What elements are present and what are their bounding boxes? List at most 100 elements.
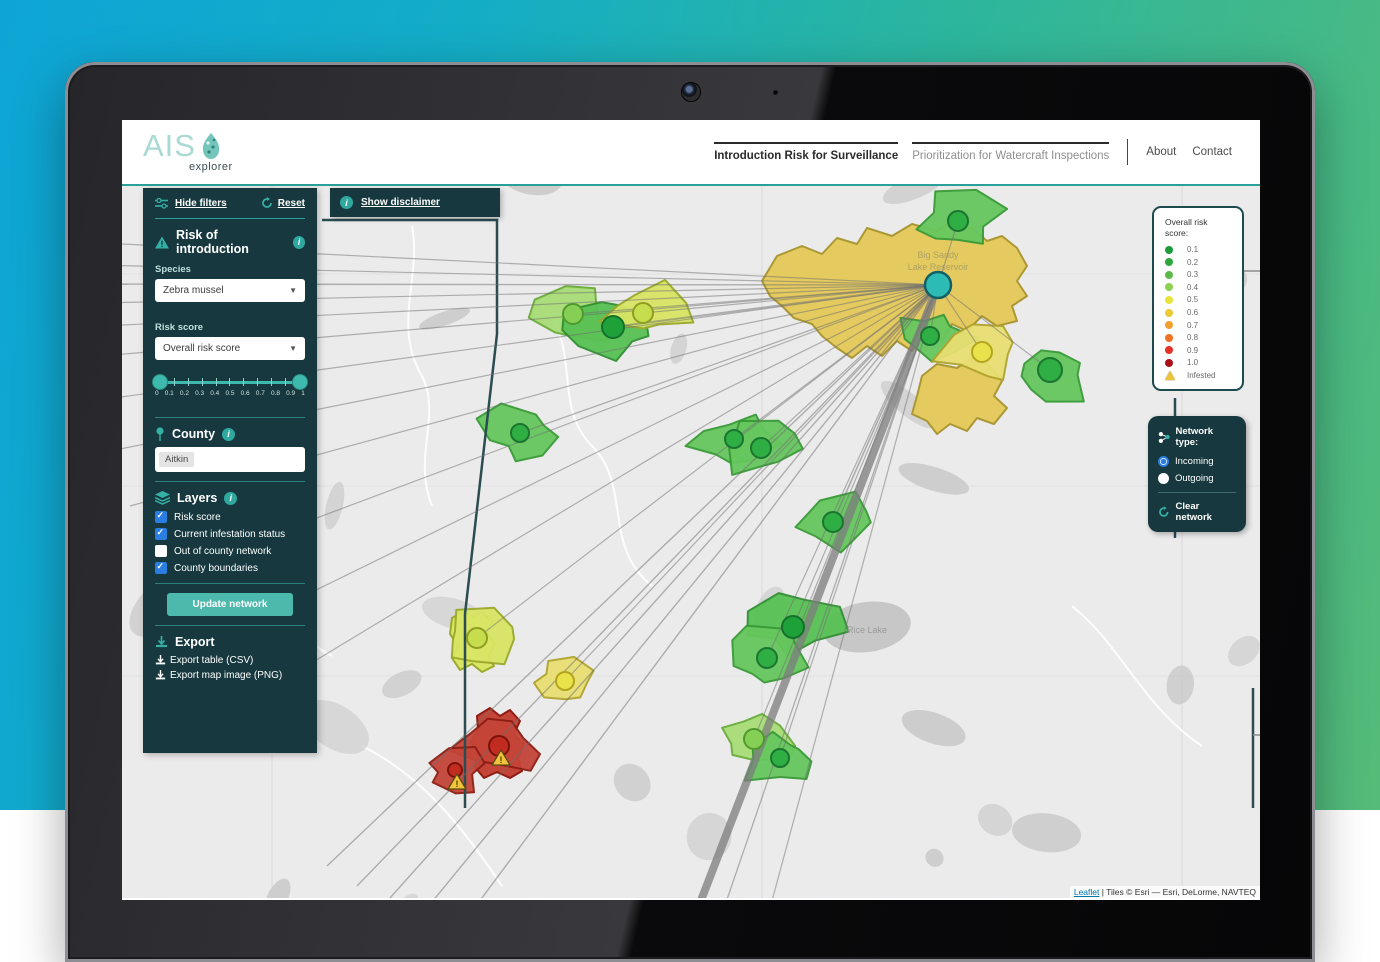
laptop-frame: AIS explorer Introduction Risk for Surve… <box>65 62 1315 962</box>
legend-color-dot <box>1165 309 1173 317</box>
legend-color-dot <box>1165 321 1173 329</box>
network-option-incoming[interactable]: Incoming <box>1158 456 1236 467</box>
county-info-icon[interactable]: i <box>222 428 235 441</box>
legend-infested-row: Infested <box>1165 369 1242 382</box>
map-region: !!Big SandyLake ReservoirRice Lake Hide … <box>122 186 1260 898</box>
legend-value: 0.4 <box>1187 283 1198 292</box>
layer-checkbox-row[interactable]: County boundaries <box>155 562 305 574</box>
layer-checkbox-row[interactable]: Current infestation status <box>155 528 305 540</box>
slider-handle-max[interactable] <box>292 374 308 390</box>
county-input[interactable]: Aitkin <box>155 447 305 472</box>
slider-tick-label: 0 <box>155 390 159 397</box>
legend-infested-label: Infested <box>1187 371 1215 380</box>
layer-checkbox-row[interactable]: Out of county network <box>155 545 305 557</box>
leaflet-link[interactable]: Leaflet <box>1074 887 1100 897</box>
county-chip[interactable]: Aitkin <box>159 452 194 467</box>
legend-value: 1.0 <box>1187 358 1198 367</box>
legend-value: 0.8 <box>1187 333 1198 342</box>
slider-tick-label: 0.6 <box>241 390 250 397</box>
slider-handle-min[interactable] <box>152 374 168 390</box>
legend-color-dot <box>1165 296 1173 304</box>
legend-color-dot <box>1165 346 1173 354</box>
nav-tab-0[interactable]: Introduction Risk for Surveillance <box>714 142 898 162</box>
legend-row: 0.9 <box>1165 344 1242 357</box>
clear-network-button[interactable]: Clear network <box>1158 501 1236 523</box>
layers-info-icon[interactable]: i <box>224 492 237 505</box>
slider-tick-labels: 00.10.20.30.40.50.60.70.80.91 <box>155 390 305 397</box>
nav-link-contact[interactable]: Contact <box>1192 146 1232 158</box>
checkbox-unchecked[interactable] <box>155 545 167 557</box>
checkbox-checked[interactable] <box>155 562 167 574</box>
slider-tick-label: 0.5 <box>225 390 234 397</box>
hide-filters-link[interactable]: Hide filters <box>175 198 227 209</box>
show-disclaimer-bar[interactable]: i Show disclaimer <box>330 188 500 217</box>
webcam <box>682 83 700 101</box>
layers-icon <box>155 491 170 505</box>
nav-link-about[interactable]: About <box>1146 146 1176 158</box>
slider-tick-label: 0.1 <box>165 390 174 397</box>
layer-label: Out of county network <box>174 546 271 557</box>
slider-tick-label: 0.9 <box>286 390 295 397</box>
legend-color-dot <box>1165 359 1173 367</box>
svg-text:!: ! <box>500 755 503 765</box>
legend-color-dot <box>1165 246 1173 254</box>
nav-divider <box>1127 139 1128 165</box>
county-section-title: County <box>172 427 215 441</box>
legend-row: 0.8 <box>1165 331 1242 344</box>
svg-text:!: ! <box>456 779 459 789</box>
clear-network-icon <box>1158 506 1170 518</box>
checkbox-checked[interactable] <box>155 528 167 540</box>
slider-tickmark <box>216 378 217 386</box>
layer-label: County boundaries <box>174 563 258 574</box>
legend-value: 0.7 <box>1187 321 1198 330</box>
export-section-title: Export <box>175 635 215 649</box>
show-disclaimer-link[interactable]: Show disclaimer <box>361 197 440 208</box>
filter-sliders-icon <box>155 198 168 209</box>
reset-icon <box>261 197 273 209</box>
risk-score-select[interactable]: Overall risk score ▼ <box>155 337 305 360</box>
svg-text:Lake Reservoir: Lake Reservoir <box>908 262 969 272</box>
legend-row: 0.2 <box>1165 256 1242 269</box>
legend-value: 0.2 <box>1187 258 1198 267</box>
species-label: Species <box>155 264 305 275</box>
legend-value: 0.1 <box>1187 245 1198 254</box>
slider-tick-label: 0.7 <box>256 390 265 397</box>
radio-label: Outgoing <box>1175 473 1214 484</box>
app-logo: AIS explorer <box>143 131 233 173</box>
network-icon <box>1158 431 1171 444</box>
reset-link[interactable]: Reset <box>278 198 305 209</box>
network-option-outgoing[interactable]: Outgoing <box>1158 473 1236 484</box>
slider-tickmark <box>188 378 189 386</box>
risk-score-label: Risk score <box>155 322 305 333</box>
nav-tabs: Introduction Risk for Surveillance Priori… <box>714 142 1109 162</box>
filters-sidebar: Hide filters Reset <box>143 188 317 753</box>
risk-section-title: Risk of introduction <box>176 228 286 256</box>
logo-text: AIS <box>143 131 196 161</box>
slider-tick-label: 1 <box>301 390 305 397</box>
slider-tickmark <box>202 378 203 386</box>
chevron-down-icon: ▼ <box>289 286 297 295</box>
species-select[interactable]: Zebra mussel ▼ <box>155 279 305 302</box>
slider-tickmark <box>285 378 286 386</box>
tiles-credit: | Tiles © Esri — Esri, DeLorme, NAVTEQ <box>1099 887 1256 897</box>
nav-tab-1[interactable]: Prioritization for Watercraft Inspection… <box>912 142 1109 162</box>
export-link-0[interactable]: Export table (CSV) <box>155 655 305 666</box>
risk-score-value: Overall risk score <box>163 343 240 354</box>
radio-unselected[interactable] <box>1158 473 1169 484</box>
layer-label: Current infestation status <box>174 529 285 540</box>
checkbox-checked[interactable] <box>155 511 167 523</box>
export-link-1[interactable]: Export map image (PNG) <box>155 670 305 681</box>
slider-tickmarks <box>160 378 300 386</box>
infested-warning-icon <box>1165 371 1175 380</box>
legend-value: 0.5 <box>1187 295 1198 304</box>
svg-text:Big Sandy: Big Sandy <box>917 250 959 260</box>
clear-network-label: Clear network <box>1176 501 1236 523</box>
risk-info-icon[interactable]: i <box>293 236 305 249</box>
radio-selected[interactable] <box>1158 456 1169 467</box>
update-network-button[interactable]: Update network <box>167 593 293 616</box>
layer-checkbox-row[interactable]: Risk score <box>155 511 305 523</box>
gradient-background: AIS explorer Introduction Risk for Surve… <box>0 0 1380 810</box>
legend-row: 0.7 <box>1165 319 1242 332</box>
layers-section-title: Layers <box>177 491 217 505</box>
slider-tick-label: 0.4 <box>210 390 219 397</box>
